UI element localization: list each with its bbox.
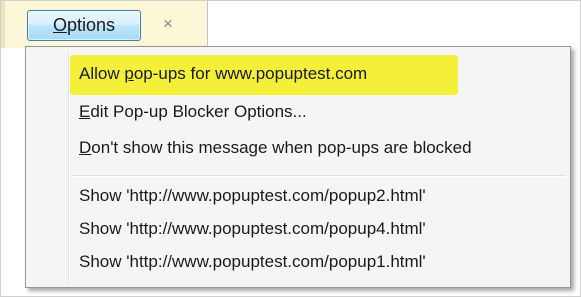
menu-item-accel: p <box>124 64 134 83</box>
menu-item-accel: E <box>79 102 91 121</box>
menu-item-show-popup2[interactable]: Show 'http://www.popuptest.com/popup2.ht… <box>79 183 426 209</box>
menu-item-text: Show 'http://www.popuptest.com/popup2.ht… <box>79 186 426 205</box>
menu-item-text-post: op-ups for www.popuptest.com <box>133 64 368 83</box>
menu-item-show-popup4[interactable]: Show 'http://www.popuptest.com/popup4.ht… <box>79 216 426 242</box>
menu-item-text-post: on't show this message when pop-ups are … <box>91 138 472 157</box>
close-icon[interactable]: × <box>158 14 178 34</box>
menu-item-show-popup1[interactable]: Show 'http://www.popuptest.com/popup1.ht… <box>79 249 426 275</box>
options-button[interactable]: Options <box>27 10 141 41</box>
notification-bar-edge <box>0 0 5 48</box>
menu-item-accel: D <box>79 138 92 157</box>
menu-item-edit-options[interactable]: Edit Pop-up Blocker Options... <box>79 99 307 125</box>
menu-item-text-pre: Allow <box>79 64 125 83</box>
popup-blocker-menu: Allow pop-ups for www.popuptest.com Edit… <box>25 46 571 288</box>
menu-item-text: Show 'http://www.popuptest.com/popup1.ht… <box>79 252 426 271</box>
menu-item-text: Show 'http://www.popuptest.com/popup4.ht… <box>79 219 426 238</box>
notification-bar: Options × <box>0 0 208 48</box>
options-button-accel: O <box>52 15 67 35</box>
menu-item-text-post: dit Pop-up Blocker Options... <box>90 102 307 121</box>
options-button-label: ptions <box>66 15 116 35</box>
menu-separator <box>72 175 566 177</box>
menu-item-dont-show-message[interactable]: Don't show this message when pop-ups are… <box>79 135 472 161</box>
menu-item-allow-popups[interactable]: Allow pop-ups for www.popuptest.com <box>79 61 367 87</box>
